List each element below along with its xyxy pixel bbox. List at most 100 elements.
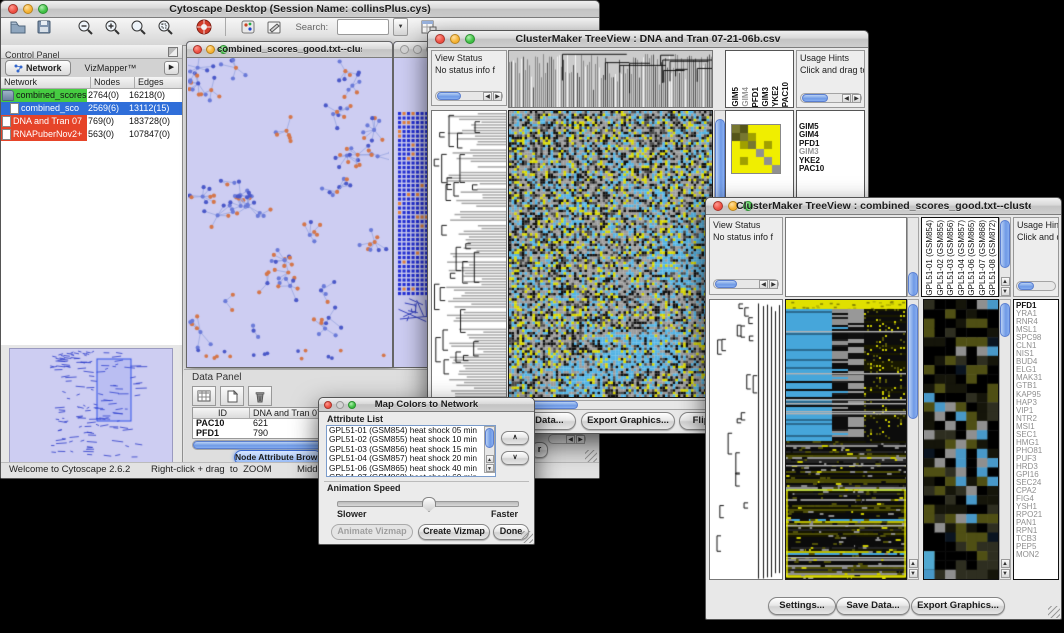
scroll-up-arrow[interactable]: ▲: [486, 455, 494, 463]
gene-label[interactable]: YKE2: [799, 157, 864, 165]
gene-label[interactable]: HRD3: [1016, 463, 1058, 471]
overview-canvas[interactable]: [10, 349, 172, 461]
gene-label[interactable]: RPN1: [1016, 527, 1058, 535]
gene-label[interactable]: PHO81: [1016, 447, 1058, 455]
tv1-zoom-heatmap[interactable]: [731, 124, 781, 174]
gene-label[interactable]: GPI16: [1016, 471, 1058, 479]
resize-grip[interactable]: [1048, 606, 1060, 618]
scroll-thumb[interactable]: [1000, 303, 1010, 337]
network-overview-icon[interactable]: [239, 18, 257, 36]
tv2-column-dendrogram[interactable]: [785, 217, 907, 297]
network1-canvas[interactable]: [188, 58, 389, 364]
scroll-thumb[interactable]: [485, 428, 494, 448]
gene-label[interactable]: PFD1: [1016, 302, 1058, 310]
close-button[interactable]: [713, 201, 723, 211]
tv2-heatmap[interactable]: [785, 299, 907, 580]
animate-vizmap-button[interactable]: Animate Vizmap: [331, 524, 413, 540]
minimize-button[interactable]: [206, 45, 215, 54]
close-button[interactable]: [324, 401, 332, 409]
help-lifering-icon[interactable]: [195, 18, 213, 36]
tv2-zoom-heatmap[interactable]: [923, 299, 999, 580]
gene-label[interactable]: SPC98: [1016, 334, 1058, 342]
search-dropdown[interactable]: ▼: [393, 18, 408, 36]
zoom-out-icon[interactable]: [76, 18, 94, 36]
gene-label[interactable]: FIG4: [1016, 495, 1058, 503]
gene-label[interactable]: PEP5: [1016, 543, 1058, 551]
gene-label[interactable]: NTR2: [1016, 415, 1058, 423]
tv1-row-dendrogram[interactable]: [431, 110, 507, 398]
gene-label[interactable]: NIS1: [1016, 350, 1058, 358]
scroll-right-arrow[interactable]: ▶: [769, 280, 778, 289]
view-status-hscroll[interactable]: ◀ ▶: [435, 91, 503, 101]
gene-label[interactable]: BUD4: [1016, 358, 1058, 366]
gene-label[interactable]: RPO21: [1016, 511, 1058, 519]
gene-label[interactable]: ELG1: [1016, 366, 1058, 374]
create-vizmap-button[interactable]: Create Vizmap: [418, 524, 490, 540]
new-attribute-icon[interactable]: [220, 386, 244, 406]
scroll-thumb[interactable]: [437, 92, 461, 100]
scroll-thumb[interactable]: [908, 304, 918, 419]
tv1-column-dendrogram[interactable]: [508, 50, 713, 108]
zoom-in-icon[interactable]: [103, 18, 121, 36]
scroll-thumb[interactable]: [1018, 282, 1034, 290]
tv2-heatmap-vscroll[interactable]: ▲ ▼: [907, 299, 919, 580]
search-input[interactable]: [337, 19, 389, 35]
dialog-attribute-list[interactable]: GPL51-01 (GSM854) heat shock 05 minGPL51…: [326, 425, 496, 477]
minimize-button[interactable]: [336, 401, 344, 409]
gene-label[interactable]: MSI1: [1016, 423, 1058, 431]
gene-label[interactable]: GTB1: [1016, 382, 1058, 390]
gene-label[interactable]: HMG1: [1016, 439, 1058, 447]
close-button[interactable]: [435, 34, 445, 44]
gene-label[interactable]: PFD1: [799, 140, 864, 148]
tv2-heatmap-vscroll-top[interactable]: ▲: [907, 217, 919, 297]
gene-label[interactable]: PUF3: [1016, 455, 1058, 463]
col-header-edges[interactable]: Edges: [135, 77, 182, 89]
main-titlebar[interactable]: Cytoscape Desktop (Session Name: collins…: [1, 1, 599, 18]
attribute-list-vscroll[interactable]: ▲ ▼: [484, 426, 495, 473]
dialog-titlebar[interactable]: Map Colors to Network: [319, 398, 534, 412]
scroll-down-arrow[interactable]: ▼: [486, 464, 494, 472]
move-down-button[interactable]: ∨: [501, 451, 529, 465]
open-file-icon[interactable]: [9, 18, 27, 36]
network-table-row[interactable]: combined_scores 2764(0) 16218(0): [1, 89, 182, 102]
gene-label[interactable]: TCB3: [1016, 535, 1058, 543]
col-header-nodes[interactable]: Nodes: [91, 77, 135, 89]
tv2-genes-vscroll[interactable]: ▲ ▼: [999, 299, 1011, 580]
scroll-up-arrow[interactable]: ▲: [1001, 277, 1010, 286]
usage-hints-hscroll[interactable]: [1016, 281, 1056, 291]
network-table-row[interactable]: combined_sco 2569(6) 13112(15): [1, 102, 182, 115]
gene-label[interactable]: GIM3: [799, 148, 864, 156]
close-button[interactable]: [400, 45, 409, 54]
data-panel-right-hscrollbar[interactable]: ◀ ▶: [548, 434, 586, 444]
gene-label[interactable]: RNR4: [1016, 318, 1058, 326]
scroll-down-arrow[interactable]: ▼: [1001, 569, 1010, 578]
gene-label[interactable]: KAP95: [1016, 391, 1058, 399]
gene-label[interactable]: YSH1: [1016, 503, 1058, 511]
float-panel-icon[interactable]: [168, 47, 178, 57]
treeview2-titlebar[interactable]: ClusterMaker TreeView : combined_scores_…: [706, 198, 1061, 215]
resize-grip[interactable]: [585, 450, 597, 462]
network-table-row[interactable]: RNAPuberNov2+ 563(0) 107847(0): [1, 128, 182, 141]
tv2-row-dendrogram[interactable]: [709, 299, 783, 580]
gene-label[interactable]: CLN1: [1016, 342, 1058, 350]
gene-label[interactable]: MAK31: [1016, 374, 1058, 382]
network-overview-panel[interactable]: [9, 348, 173, 464]
scroll-up-arrow[interactable]: ▲: [909, 559, 918, 568]
usage-hints-hscroll[interactable]: ◀ ▶: [800, 93, 862, 103]
tab-overflow-button[interactable]: ▶: [164, 61, 179, 75]
gene-label[interactable]: GIM4: [799, 131, 864, 139]
scroll-up-arrow[interactable]: ▲: [1001, 559, 1010, 568]
treeview1-titlebar[interactable]: ClusterMaker TreeView : DNA and Tran 07-…: [428, 31, 868, 48]
close-button[interactable]: [8, 4, 18, 14]
scroll-right-arrow[interactable]: ▶: [576, 435, 585, 444]
gene-label[interactable]: MSL1: [1016, 326, 1058, 334]
gene-label[interactable]: MON2: [1016, 551, 1058, 559]
gene-label[interactable]: VIP1: [1016, 407, 1058, 415]
scroll-thumb[interactable]: [1000, 220, 1010, 268]
minimize-button[interactable]: [413, 45, 422, 54]
attribute-list-item[interactable]: GPL51-07 (GSM868) heat shock 60 min: [329, 473, 495, 477]
scroll-left-arrow[interactable]: ◀: [483, 92, 492, 101]
close-button[interactable]: [193, 45, 202, 54]
export-graphics-button[interactable]: Export Graphics...: [911, 597, 1005, 615]
move-up-button[interactable]: ∧: [501, 431, 529, 445]
